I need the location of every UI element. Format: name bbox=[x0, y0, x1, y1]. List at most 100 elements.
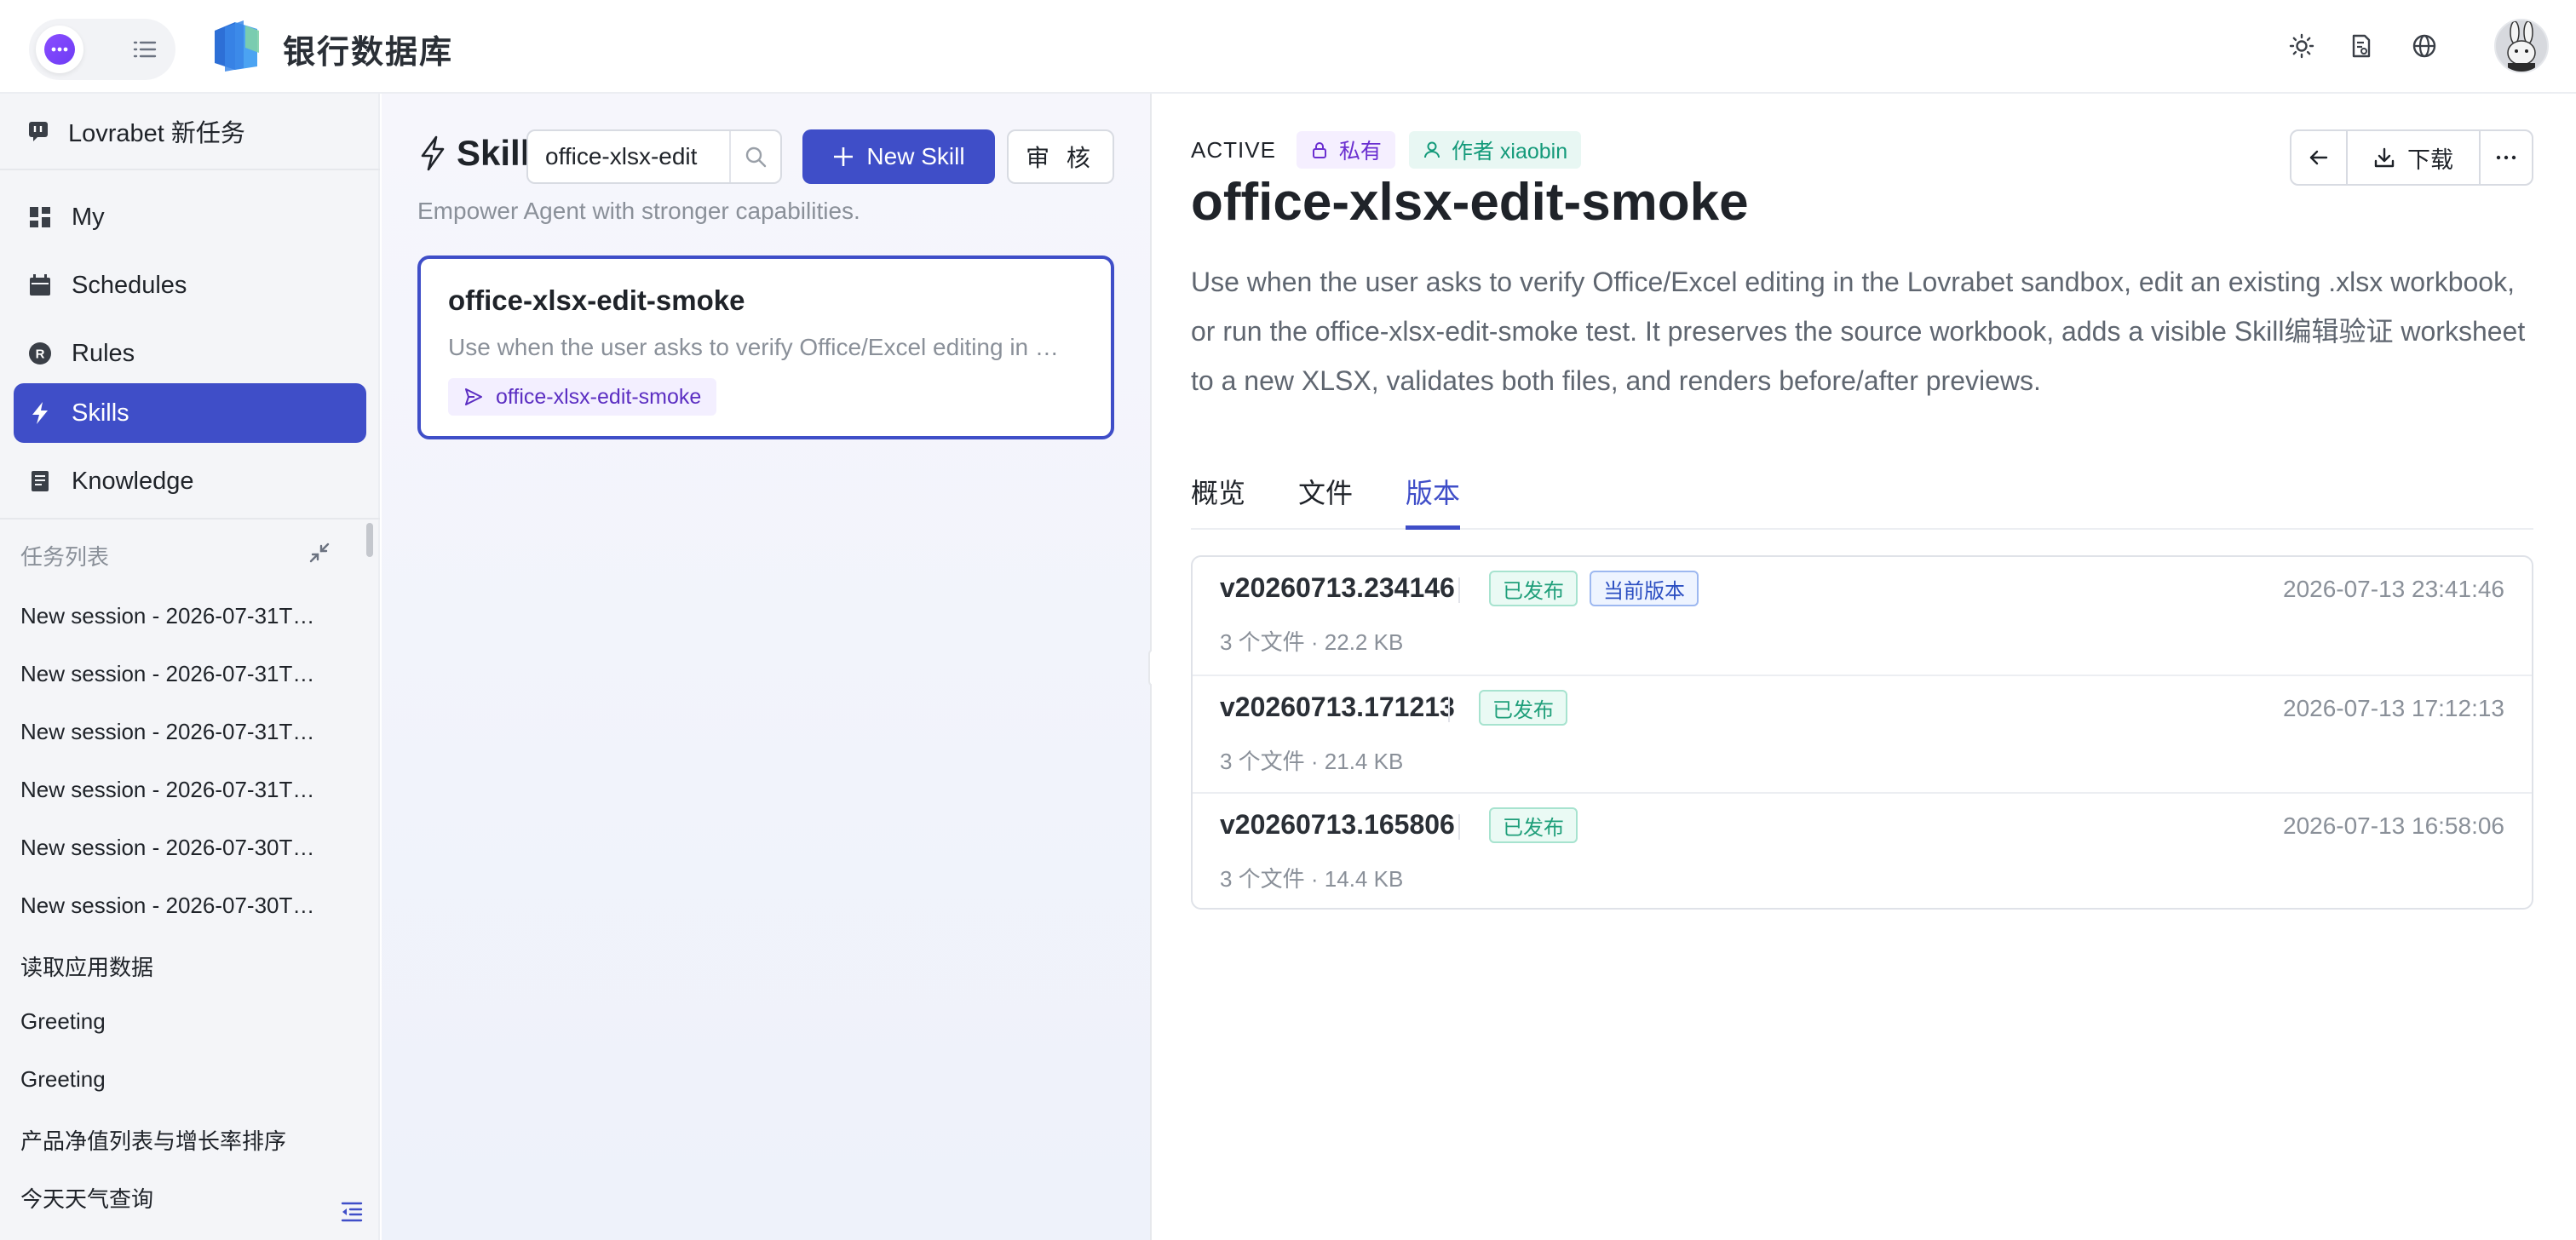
download-label: 下载 bbox=[2407, 146, 2453, 173]
version-time: 2026-07-13 23:41:46 bbox=[2283, 576, 2504, 602]
review-button[interactable]: 审 核 bbox=[1007, 129, 1114, 184]
version-name: v20260713.171213 bbox=[1220, 692, 1455, 722]
skills-title: Skill bbox=[417, 133, 530, 174]
task-list-item[interactable]: New session - 2026-07-30T… bbox=[20, 893, 344, 919]
theme-toggle-button[interactable] bbox=[2285, 29, 2319, 63]
rules-icon: R bbox=[27, 341, 53, 366]
task-list-header: 任务列表 bbox=[20, 544, 110, 570]
skill-detail-panel: ACTIVE 私有 作者 xiaobin 下载 office-xlsx-edit… bbox=[1152, 94, 2576, 1240]
current-version-badge: 当前版本 bbox=[1590, 571, 1699, 606]
version-time: 2026-07-13 16:58:06 bbox=[2283, 812, 2504, 839]
version-tags: 已发布 bbox=[1489, 807, 1590, 843]
tab-files[interactable]: 文件 bbox=[1298, 451, 1353, 530]
version-name: v20260713.165806 bbox=[1220, 809, 1455, 840]
globe-icon bbox=[2412, 34, 2436, 58]
more-button[interactable] bbox=[2479, 131, 2532, 184]
search-button[interactable] bbox=[729, 131, 780, 182]
more-icon bbox=[2496, 155, 2516, 160]
version-separator bbox=[1448, 697, 1450, 722]
sidebar-item-label: Skills bbox=[72, 399, 129, 427]
task-list-item[interactable]: 读取应用数据 bbox=[20, 950, 344, 982]
task-list-item[interactable]: New session - 2026-07-31T… bbox=[20, 719, 344, 745]
privacy-badge: 私有 bbox=[1296, 131, 1395, 169]
svg-text:R: R bbox=[36, 347, 45, 362]
task-list-item[interactable]: New session - 2026-07-31T… bbox=[20, 603, 344, 629]
skill-search-box bbox=[526, 129, 782, 184]
skill-card-tag: office-xlsx-edit-smoke bbox=[448, 378, 717, 416]
sidebar-item-rules[interactable]: R Rules bbox=[14, 324, 366, 383]
collapse-icon bbox=[309, 542, 330, 563]
version-meta: 3 个文件 · 22.2 KB bbox=[1220, 629, 1404, 655]
skill-badges: ACTIVE 私有 作者 xiaobin bbox=[1191, 131, 1595, 169]
collapse-task-list-button[interactable] bbox=[307, 540, 334, 567]
author-badge: 作者 xiaobin bbox=[1408, 131, 1582, 169]
task-list-item[interactable]: 产品净值列表与增长率排序 bbox=[20, 1124, 344, 1156]
version-time: 2026-07-13 17:12:13 bbox=[2283, 695, 2504, 721]
book-icon bbox=[27, 468, 53, 494]
skill-card-name: office-xlsx-edit-smoke bbox=[448, 284, 745, 316]
user-icon bbox=[1423, 141, 1440, 158]
list-mode-button[interactable] bbox=[121, 26, 169, 73]
task-list-item[interactable]: Greeting bbox=[20, 1008, 344, 1035]
sidebar-scrollbar[interactable] bbox=[366, 523, 373, 557]
grid-icon bbox=[27, 204, 53, 230]
version-list: v20260713.234146 已发布 当前版本 3 个文件 · 22.2 K… bbox=[1191, 555, 2533, 910]
version-row[interactable]: v20260713.234146 已发布 当前版本 3 个文件 · 22.2 K… bbox=[1193, 557, 2532, 675]
sidebar-item-schedules[interactable]: Schedules bbox=[14, 255, 366, 315]
sidebar-item-knowledge[interactable]: Knowledge bbox=[14, 451, 366, 511]
new-task-label: Lovrabet 新任务 bbox=[68, 120, 245, 147]
skill-search-input[interactable] bbox=[528, 143, 729, 170]
privacy-label: 私有 bbox=[1338, 140, 1382, 164]
version-meta: 3 个文件 · 21.4 KB bbox=[1220, 749, 1404, 774]
tab-versions[interactable]: 版本 bbox=[1406, 451, 1461, 530]
arrow-left-icon bbox=[2309, 150, 2328, 165]
list-mode-icon bbox=[133, 41, 157, 58]
sidebar-item-my[interactable]: My bbox=[14, 187, 366, 247]
sidebar-item-label: My bbox=[72, 203, 105, 231]
sidebar-item-label: Knowledge bbox=[72, 467, 194, 495]
version-row[interactable]: v20260713.171213 已发布 3 个文件 · 21.4 KB 202… bbox=[1193, 675, 2532, 792]
task-list-item[interactable]: New session - 2026-07-30T… bbox=[20, 835, 344, 861]
lightning-icon bbox=[27, 400, 53, 426]
new-skill-label: New Skill bbox=[866, 143, 965, 169]
download-icon bbox=[2374, 147, 2395, 168]
toggle-sidebar-button[interactable] bbox=[339, 1199, 366, 1226]
detail-tabs: 概览 文件 版本 bbox=[1191, 451, 2533, 530]
tab-overview[interactable]: 概览 bbox=[1191, 451, 1245, 530]
skill-card[interactable]: office-xlsx-edit-smoke Use when the user… bbox=[417, 255, 1114, 439]
task-list-item[interactable]: New session - 2026-07-31T… bbox=[20, 661, 344, 687]
task-list-item[interactable]: Greeting bbox=[20, 1066, 344, 1093]
sidebar: Lovrabet 新任务 My Schedules R Rules Skills… bbox=[0, 94, 380, 1240]
mode-switch bbox=[29, 19, 175, 80]
chat-mode-icon bbox=[44, 34, 75, 65]
version-row[interactable]: v20260713.165806 已发布 3 个文件 · 14.4 KB 202… bbox=[1193, 792, 2532, 908]
search-icon bbox=[745, 146, 767, 168]
task-list-item[interactable]: 今天天气查询 bbox=[20, 1182, 344, 1214]
published-badge: 已发布 bbox=[1479, 690, 1567, 726]
lightning-outline-icon bbox=[421, 135, 445, 171]
skill-description: Use when the user asks to verify Office/… bbox=[1191, 267, 2526, 396]
status-badge: ACTIVE bbox=[1191, 136, 1276, 163]
calendar-icon bbox=[27, 273, 53, 298]
new-task-button[interactable]: Lovrabet 新任务 bbox=[0, 94, 380, 170]
detail-actions: 下载 bbox=[2290, 129, 2533, 186]
author-label: 作者 xiaobin bbox=[1451, 140, 1568, 164]
back-button[interactable] bbox=[2291, 131, 2346, 184]
version-separator bbox=[1458, 577, 1460, 603]
published-badge: 已发布 bbox=[1489, 807, 1578, 843]
download-button[interactable]: 下载 bbox=[2346, 131, 2479, 184]
new-skill-button[interactable]: New Skill bbox=[802, 129, 995, 184]
version-tags: 已发布 当前版本 bbox=[1489, 571, 1699, 606]
skill-card-description: Use when the user asks to verify Office/… bbox=[448, 334, 1059, 360]
task-list-item[interactable]: New session - 2026-07-31T… bbox=[20, 777, 344, 803]
chat-mode-button[interactable] bbox=[36, 26, 83, 73]
language-button[interactable] bbox=[2407, 29, 2441, 63]
skills-title-text: Skill bbox=[457, 133, 531, 173]
skills-subtitle: Empower Agent with stronger capabilities… bbox=[417, 198, 860, 224]
sidebar-item-skills[interactable]: Skills bbox=[14, 383, 366, 443]
version-name: v20260713.234146 bbox=[1220, 572, 1455, 603]
version-tags: 已发布 bbox=[1479, 690, 1579, 726]
docs-button[interactable] bbox=[2344, 29, 2378, 63]
user-avatar[interactable] bbox=[2494, 19, 2549, 73]
app-title: 银行数据库 bbox=[283, 35, 454, 71]
